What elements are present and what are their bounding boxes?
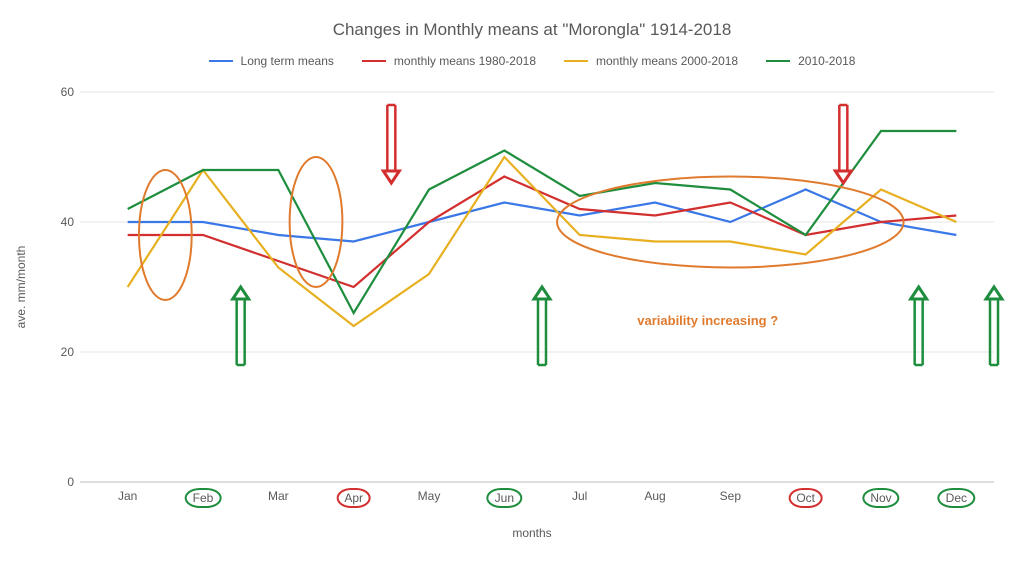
legend-label: monthly means 2000-2018 xyxy=(596,54,738,68)
arrow-up-icon xyxy=(911,287,927,365)
x-tick-label: Apr xyxy=(336,488,371,508)
series-line xyxy=(128,157,957,326)
chart-container: Changes in Monthly means at "Morongla" 1… xyxy=(0,0,1034,578)
x-tick-label: Dec xyxy=(938,488,975,508)
x-tick-label: Oct xyxy=(788,488,823,508)
legend: Long term means monthly means 1980-2018 mo… xyxy=(60,54,1004,68)
x-tick-label: Jan xyxy=(112,488,143,504)
arrow-up-icon xyxy=(986,287,1002,365)
x-tick-label: Jul xyxy=(566,488,593,504)
legend-swatch xyxy=(564,60,588,63)
x-axis: Jan Feb Mar Apr May Jun Jul Aug Sep Oct Nov Dec xyxy=(60,482,1004,508)
x-tick-label: Sep xyxy=(714,488,747,504)
chart-title: Changes in Monthly means at "Morongla" 1… xyxy=(60,20,1004,40)
y-axis-label: ave. mm/month xyxy=(14,246,28,329)
legend-item: Long term means xyxy=(209,54,334,68)
arrow-up-icon xyxy=(233,287,249,365)
x-axis-label: months xyxy=(512,526,551,540)
plot-area: ave. mm/month 0204060 JanFebMarAprMayJun… xyxy=(60,92,1004,482)
x-tick-label: Nov xyxy=(862,488,899,508)
legend-swatch xyxy=(209,60,233,63)
legend-item: monthly means 1980-2018 xyxy=(362,54,536,68)
x-tick-label: May xyxy=(412,488,447,504)
svg-text:20: 20 xyxy=(61,345,75,359)
svg-text:40: 40 xyxy=(61,215,75,229)
x-tick-label: Feb xyxy=(185,488,222,508)
legend-label: 2010-2018 xyxy=(798,54,855,68)
plot-svg: 0204060 xyxy=(60,92,1004,482)
x-tick-label: Mar xyxy=(262,488,295,504)
legend-item: 2010-2018 xyxy=(766,54,855,68)
x-tick-label: Aug xyxy=(638,488,671,504)
svg-text:60: 60 xyxy=(61,85,75,99)
x-tick-label: Jun xyxy=(487,488,522,508)
arrow-up-icon xyxy=(534,287,550,365)
legend-swatch xyxy=(766,60,790,63)
legend-label: monthly means 1980-2018 xyxy=(394,54,536,68)
arrow-down-icon xyxy=(835,105,851,183)
legend-item: monthly means 2000-2018 xyxy=(564,54,738,68)
arrow-down-icon xyxy=(383,105,399,183)
legend-label: Long term means xyxy=(241,54,334,68)
legend-swatch xyxy=(362,60,386,63)
annotation-variability: variability increasing ? xyxy=(637,313,778,328)
